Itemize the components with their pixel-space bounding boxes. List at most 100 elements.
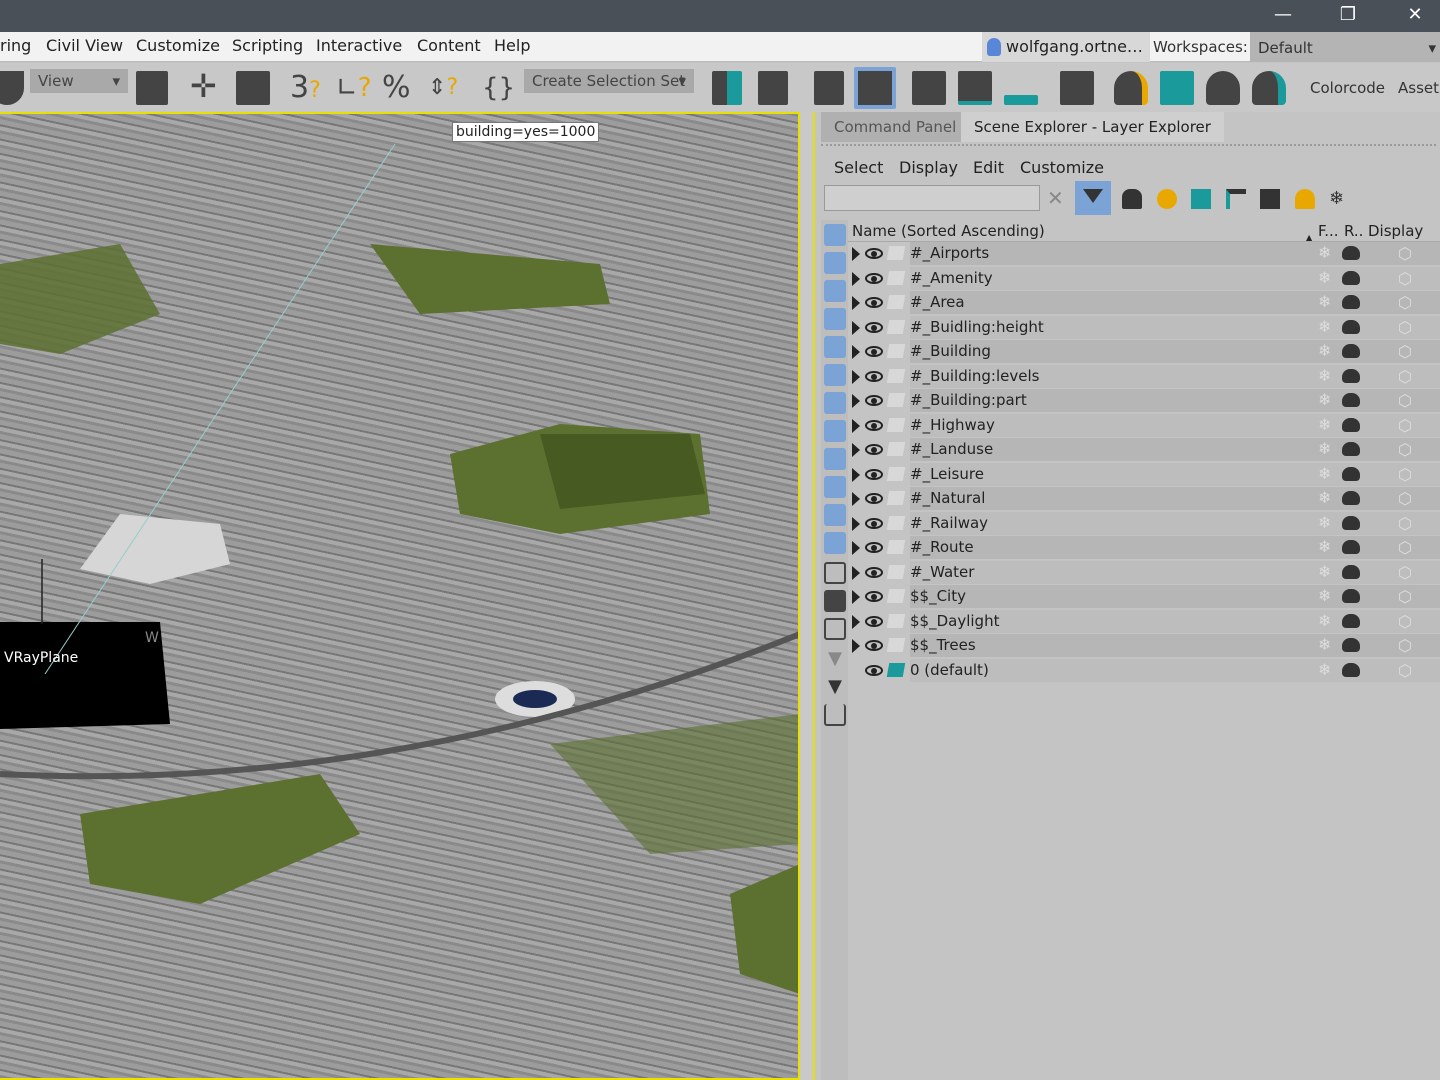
visibility-icon[interactable] bbox=[865, 664, 883, 676]
hide-layer-icon[interactable] bbox=[1295, 189, 1315, 209]
layer-row[interactable]: #_Landuse ❄ ⬡ bbox=[848, 438, 1440, 463]
display-box-icon[interactable]: ⬡ bbox=[1398, 440, 1412, 459]
freeze-icon[interactable]: ❄ bbox=[1318, 268, 1331, 287]
layer-icon[interactable] bbox=[886, 515, 906, 530]
layer-icon[interactable] bbox=[886, 540, 906, 554]
scene-explorer-icon[interactable] bbox=[814, 71, 844, 105]
renderable-teapot-icon[interactable] bbox=[1342, 319, 1360, 334]
renderable-teapot-icon[interactable] bbox=[1342, 393, 1360, 407]
display-box-icon[interactable]: ⬡ bbox=[1398, 612, 1412, 631]
renderable-teapot-icon[interactable] bbox=[1342, 589, 1360, 603]
freeze-icon[interactable]: ❄ bbox=[1318, 660, 1331, 679]
container-filter-icon[interactable] bbox=[824, 476, 846, 498]
active-layer-icon[interactable] bbox=[886, 662, 906, 677]
renderable-teapot-icon[interactable] bbox=[1342, 295, 1360, 309]
freeze-icon[interactable]: ❄ bbox=[1318, 611, 1331, 630]
freeze-icon[interactable]: ❄ bbox=[1318, 341, 1331, 360]
renderable-teapot-icon[interactable] bbox=[1342, 515, 1360, 530]
spinner-snap-icon[interactable]: ⇕? bbox=[428, 71, 462, 105]
display-box-icon[interactable]: ⬡ bbox=[1398, 489, 1412, 508]
tab-command-panel[interactable]: Command Panel bbox=[821, 112, 970, 142]
close-button[interactable]: ✕ bbox=[1383, 0, 1440, 32]
expand-arrow-icon[interactable] bbox=[852, 467, 860, 482]
schematic-view-icon[interactable] bbox=[1004, 95, 1038, 105]
dock-grip[interactable] bbox=[821, 144, 1436, 148]
layer-row[interactable]: #_Building ❄ ⬡ bbox=[848, 340, 1440, 365]
freeze-icon[interactable]: ❄ bbox=[1318, 415, 1331, 434]
expand-arrow-icon[interactable] bbox=[852, 541, 860, 555]
xref-filter-icon[interactable] bbox=[824, 420, 846, 442]
render-cloud-icon[interactable] bbox=[1252, 71, 1286, 105]
freeze-icon[interactable]: ❄ bbox=[1318, 390, 1331, 409]
layer-row[interactable]: #_Area ❄ ⬡ bbox=[848, 291, 1440, 316]
expand-arrow-icon[interactable] bbox=[852, 271, 860, 286]
display-box-icon[interactable]: ⬡ bbox=[1398, 244, 1412, 263]
snap-3d-icon[interactable]: 3? bbox=[290, 71, 324, 105]
expand-arrow-icon[interactable] bbox=[852, 639, 860, 653]
layer-icon[interactable] bbox=[886, 613, 906, 628]
lock-icon[interactable] bbox=[1122, 189, 1142, 209]
percent-snap-icon[interactable]: % bbox=[382, 71, 416, 105]
visibility-icon[interactable] bbox=[865, 640, 883, 651]
visibility-icon[interactable] bbox=[865, 370, 883, 382]
renderable-teapot-icon[interactable] bbox=[1342, 662, 1360, 677]
minimize-button[interactable]: — bbox=[1251, 0, 1315, 32]
layer-row[interactable]: #_Building:levels ❄ ⬡ bbox=[848, 364, 1440, 390]
filter-on-icon[interactable]: ▼ bbox=[824, 676, 846, 698]
freeze-icon[interactable]: ❄ bbox=[1318, 562, 1331, 581]
layer-icon[interactable] bbox=[886, 638, 906, 652]
expand-arrow-icon[interactable] bbox=[852, 565, 860, 580]
move-gizmo-icon[interactable]: ✛ bbox=[190, 70, 224, 105]
rendered-frame-window-icon[interactable] bbox=[1160, 71, 1194, 105]
visibility-icon[interactable] bbox=[865, 297, 883, 308]
visibility-icon[interactable] bbox=[865, 248, 883, 259]
expand-arrow-icon[interactable] bbox=[852, 369, 860, 384]
visibility-icon[interactable] bbox=[865, 615, 883, 627]
layer-icon[interactable] bbox=[886, 564, 906, 579]
layer-row-default[interactable]: 0 (default) ❄ ⬡ bbox=[848, 658, 1440, 684]
layer-icon[interactable] bbox=[886, 491, 906, 505]
column-frozen[interactable]: F... bbox=[1318, 220, 1339, 242]
panel-splitter[interactable] bbox=[800, 112, 815, 1080]
create-layer-icon[interactable] bbox=[1157, 189, 1177, 209]
restore-button[interactable]: ❐ bbox=[1316, 0, 1380, 32]
layer-icon[interactable] bbox=[886, 442, 906, 456]
workspaces-dropdown[interactable]: Default ▾ bbox=[1250, 32, 1440, 62]
renderable-teapot-icon[interactable] bbox=[1342, 540, 1360, 554]
layer-icon[interactable] bbox=[886, 589, 906, 603]
layers-stack-icon[interactable] bbox=[1260, 189, 1280, 209]
renderable-teapot-icon[interactable] bbox=[1342, 613, 1360, 628]
display-box-icon[interactable]: ⬡ bbox=[1398, 587, 1412, 606]
expand-arrow-icon[interactable] bbox=[852, 590, 860, 604]
renderable-teapot-icon[interactable] bbox=[1342, 417, 1360, 432]
display-box-icon[interactable]: ⬡ bbox=[1398, 342, 1412, 361]
visibility-icon[interactable] bbox=[865, 566, 883, 578]
visibility-icon[interactable] bbox=[865, 444, 883, 455]
menu-scripting[interactable]: Scripting bbox=[232, 36, 303, 55]
display-box-icon[interactable]: ⬡ bbox=[1398, 514, 1412, 533]
filter-off-icon[interactable]: ▼ bbox=[824, 648, 846, 670]
display-box-icon[interactable]: ⬡ bbox=[1398, 293, 1412, 312]
display-box-icon[interactable]: ⬡ bbox=[1398, 465, 1412, 484]
colorcode-button[interactable]: Colorcode bbox=[1310, 79, 1385, 97]
display-box-icon[interactable]: ⬡ bbox=[1398, 636, 1412, 655]
menu-display[interactable]: Display bbox=[899, 158, 958, 177]
menu-edit[interactable]: Edit bbox=[973, 158, 1004, 177]
freeze-icon[interactable]: ❄ bbox=[1318, 317, 1331, 336]
select-link-icon[interactable] bbox=[0, 71, 24, 105]
menu-customize[interactable]: Customize bbox=[136, 36, 220, 55]
create-selection-set-dropdown[interactable]: Create Selection Set ▾ bbox=[524, 69, 694, 93]
expand-arrow-icon[interactable] bbox=[852, 418, 860, 433]
layer-row[interactable]: $$_Trees ❄ ⬡ bbox=[848, 634, 1440, 659]
search-input[interactable] bbox=[824, 185, 1040, 211]
freeze-icon[interactable]: ❄ bbox=[1318, 513, 1331, 532]
menu-select[interactable]: Select bbox=[834, 158, 883, 177]
helper-filter-icon[interactable] bbox=[824, 336, 846, 358]
geometry-filter-icon[interactable] bbox=[824, 224, 846, 246]
bone-filter-icon[interactable] bbox=[824, 448, 846, 470]
mirror-icon[interactable] bbox=[712, 71, 742, 105]
display-box-icon[interactable]: ⬡ bbox=[1398, 269, 1412, 288]
light-filter-icon[interactable] bbox=[824, 280, 846, 302]
frozen-filter-icon[interactable] bbox=[824, 504, 846, 526]
freeze-icon[interactable]: ❄ bbox=[1318, 586, 1331, 605]
